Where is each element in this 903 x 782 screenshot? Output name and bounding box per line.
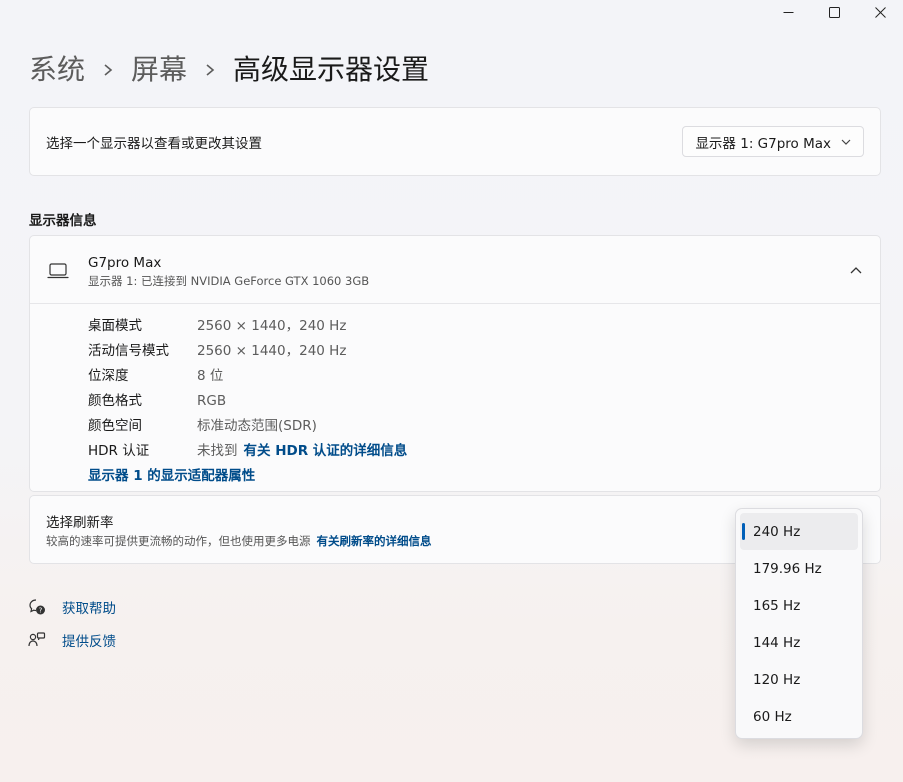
info-row: 颜色格式 RGB	[88, 389, 407, 414]
close-icon	[874, 6, 886, 18]
help-chat-icon: ?	[28, 598, 46, 616]
minimize-button[interactable]	[765, 0, 811, 24]
window-controls	[765, 0, 903, 24]
breadcrumb-item-system[interactable]: 系统	[29, 50, 85, 90]
display-info-card: G7pro Max 显示器 1: 已连接到 NVIDIA GeForce GTX…	[29, 235, 881, 492]
laptop-icon	[47, 263, 69, 279]
info-value: RGB	[197, 393, 227, 409]
breadcrumb-item-display[interactable]: 屏幕	[131, 50, 187, 90]
refresh-option-179-96[interactable]: 179.96 Hz	[740, 550, 858, 587]
info-value: 8 位	[197, 368, 224, 384]
feedback-text: 提供反馈	[62, 634, 116, 650]
chevron-right-icon	[103, 63, 113, 77]
info-row: 桌面模式 2560 × 1440，240 Hz	[88, 314, 407, 339]
info-key: 颜色格式	[88, 393, 142, 409]
device-connection: 显示器 1: 已连接到 NVIDIA GeForce GTX 1060 3GB	[88, 274, 370, 288]
info-key: HDR 认证	[88, 443, 150, 459]
info-key: 活动信号模式	[88, 343, 169, 359]
get-help-text: 获取帮助	[62, 601, 116, 617]
select-display-label: 选择一个显示器以查看或更改其设置	[46, 135, 262, 152]
feedback-icon	[28, 631, 46, 649]
info-value: 标准动态范围(SDR)	[197, 418, 317, 434]
info-row: 活动信号模式 2560 × 1440，240 Hz	[88, 339, 407, 364]
refresh-option-60[interactable]: 60 Hz	[740, 698, 858, 735]
refresh-rate-details-link[interactable]: 有关刷新率的详细信息	[317, 534, 432, 548]
refresh-rate-flyout: 240 Hz 179.96 Hz 165 Hz 144 Hz 120 Hz 60…	[735, 508, 863, 739]
chevron-down-icon	[841, 139, 851, 145]
info-value: 未找到	[197, 443, 238, 459]
info-key: 颜色空间	[88, 418, 142, 434]
display-info-section-title: 显示器信息	[29, 213, 97, 229]
maximize-icon	[828, 6, 840, 18]
refresh-option-120[interactable]: 120 Hz	[740, 661, 858, 698]
display-dropdown-value: 显示器 1: G7pro Max	[695, 135, 831, 152]
device-name: G7pro Max	[88, 255, 162, 271]
svg-text:?: ?	[39, 607, 43, 615]
info-key: 桌面模式	[88, 318, 142, 334]
info-value: 2560 × 1440，240 Hz	[197, 343, 347, 359]
refresh-rate-description: 较高的速率可提供更流畅的动作，但也使用更多电源 有关刷新率的详细信息	[46, 533, 432, 549]
hdr-details-link[interactable]: 有关 HDR 认证的详细信息	[244, 439, 408, 464]
feedback-link[interactable]: 提供反馈	[28, 630, 116, 650]
chevron-right-icon	[205, 63, 215, 77]
minimize-icon	[783, 11, 793, 13]
refresh-rate-desc-text: 较高的速率可提供更流畅的动作，但也使用更多电源	[46, 534, 311, 548]
close-button[interactable]	[857, 0, 903, 24]
page-title: 高级显示器设置	[233, 53, 430, 86]
adapter-properties-link[interactable]: 显示器 1 的显示适配器属性	[88, 464, 407, 489]
refresh-rate-title: 选择刷新率	[46, 515, 114, 531]
select-display-card: 选择一个显示器以查看或更改其设置 显示器 1: G7pro Max	[29, 107, 881, 176]
info-row: 颜色空间 标准动态范围(SDR)	[88, 414, 407, 439]
display-dropdown[interactable]: 显示器 1: G7pro Max	[682, 126, 864, 157]
breadcrumb: 系统 屏幕 高级显示器设置	[29, 50, 429, 90]
display-info-header[interactable]: G7pro Max 显示器 1: 已连接到 NVIDIA GeForce GTX…	[30, 236, 880, 304]
refresh-option-240[interactable]: 240 Hz	[740, 513, 858, 550]
refresh-option-165[interactable]: 165 Hz	[740, 587, 858, 624]
chevron-up-icon[interactable]	[848, 262, 864, 278]
info-row-hdr: HDR 认证 未找到 有关 HDR 认证的详细信息	[88, 439, 407, 464]
refresh-option-144[interactable]: 144 Hz	[740, 624, 858, 661]
info-value: 2560 × 1440，240 Hz	[197, 318, 347, 334]
maximize-button[interactable]	[811, 0, 857, 24]
info-row: 位深度 8 位	[88, 364, 407, 389]
display-info-rows: 桌面模式 2560 × 1440，240 Hz 活动信号模式 2560 × 14…	[88, 314, 407, 489]
info-key: 位深度	[88, 368, 129, 384]
get-help-link[interactable]: ? 获取帮助	[28, 597, 116, 617]
